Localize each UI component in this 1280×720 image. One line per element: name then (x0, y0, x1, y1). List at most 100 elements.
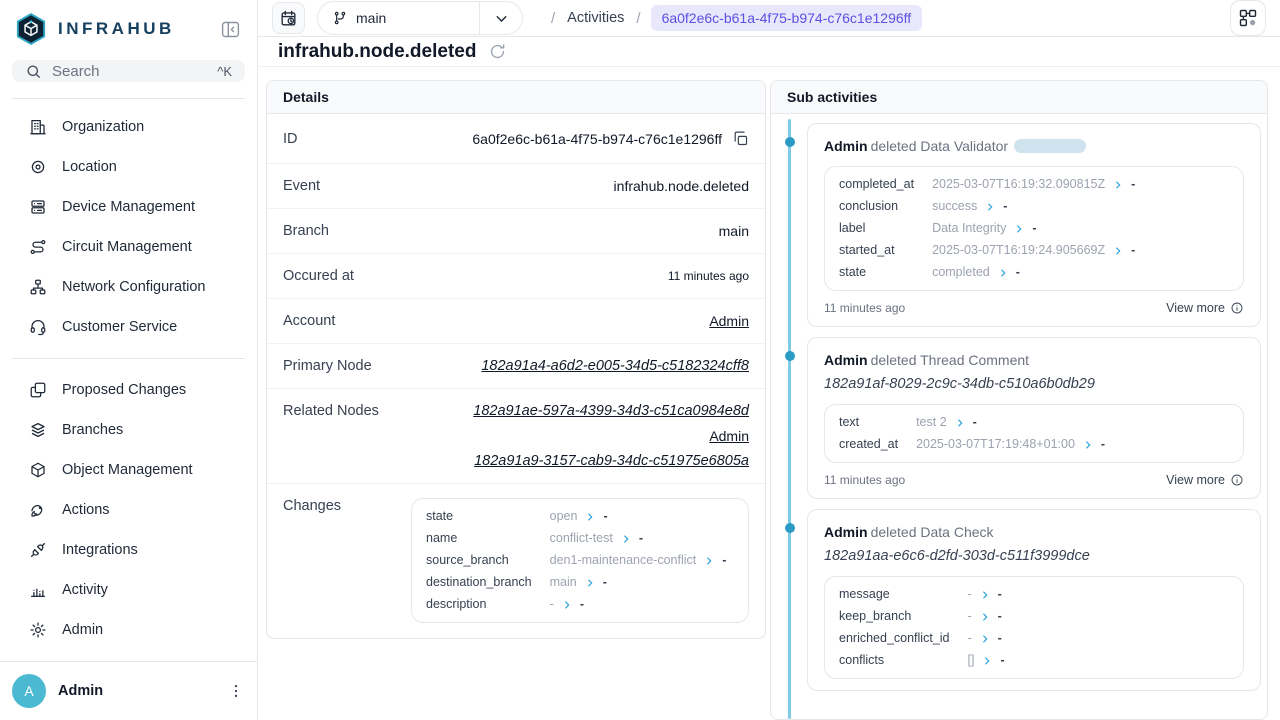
prop-name: completed_at (839, 177, 914, 192)
detail-label: Account (283, 313, 335, 329)
kebab-menu-icon[interactable] (227, 682, 245, 700)
sidebar-item-location[interactable]: Location (0, 147, 257, 187)
detail-label: Branch (283, 223, 329, 239)
prop-old-value: - (968, 587, 972, 602)
user-menu[interactable]: A Admin (0, 661, 257, 720)
entry-title: Admindeleted Thread Comment (824, 352, 1244, 368)
sidebar-item-integrations[interactable]: Integrations (0, 530, 257, 570)
chevron-down-icon[interactable] (480, 10, 522, 27)
sub-activities-body: Admindeleted Data Validator completed_at… (771, 114, 1267, 719)
entry-node-id: 182a91af-8029-2c9c-34db-c510a6b0db29 (824, 376, 1244, 392)
sidebar-item-circuit-management[interactable]: Circuit Management (0, 227, 257, 267)
view-more-button[interactable]: View more (1166, 473, 1244, 487)
info-icon (1230, 473, 1244, 487)
sidebar-item-admin[interactable]: Admin (0, 610, 257, 650)
detail-row-occured-at: Occured at 11 minutes ago (267, 254, 765, 299)
entry-actor: Admin (824, 138, 868, 154)
entry-node-id: 182a91aa-e6c6-d2fd-303d-c511f3999dce (824, 548, 1244, 564)
sidebar-item-device-management[interactable]: Device Management (0, 187, 257, 227)
sidebar-item-label: Activity (62, 582, 108, 598)
sidebar-item-proposed-changes[interactable]: Proposed Changes (0, 370, 257, 410)
prop-new-value: - (603, 509, 607, 524)
logo-row: INFRAHUB (0, 0, 257, 52)
diff-arrow-icon (955, 418, 965, 428)
related-node-link[interactable]: Admin (709, 428, 749, 444)
prop-name: state (839, 265, 914, 280)
search-placeholder: Search (52, 63, 100, 80)
topbar: main / Activities / 6a0f2e6c-b61a-4f75-b… (258, 0, 1280, 37)
detail-label: ID (283, 131, 298, 147)
breadcrumb-activity-id[interactable]: 6a0f2e6c-b61a-4f75-b974-c76c1e1296ff (651, 5, 923, 31)
diff-arrow-icon (1113, 180, 1123, 190)
view-more-label: View more (1166, 473, 1225, 487)
detail-row-related-nodes: Related Nodes 182a91ae-597a-4399-34d3-c5… (267, 389, 765, 484)
sidebar-item-activity[interactable]: Activity (0, 570, 257, 610)
page-header: infrahub.node.deleted (258, 37, 1280, 67)
view-more-button[interactable]: View more (1166, 301, 1244, 315)
sidebar-secondary-nav: Proposed Changes Branches Object Managem… (0, 359, 257, 661)
sidebar-item-label: Customer Service (62, 319, 177, 335)
sidebar-item-actions[interactable]: Actions (0, 490, 257, 530)
headset-icon (29, 318, 47, 336)
search-input[interactable]: Search ^K (12, 60, 245, 82)
prop-new-value: - (1003, 199, 1007, 214)
sidebar-item-organization[interactable]: Organization (0, 107, 257, 147)
prop-old-value: 2025-03-07T17:19:48+01:00 (916, 437, 1075, 452)
details-card: Details ID 6a0f2e6c-b61a-4f75-b974-c76c1… (266, 80, 766, 639)
skeleton-badge (1014, 139, 1086, 153)
time-travel-button[interactable] (272, 2, 305, 34)
search-icon (25, 63, 42, 80)
rocket-icon (29, 501, 47, 519)
sidebar-item-network-configuration[interactable]: Network Configuration (0, 267, 257, 307)
primary-node-link[interactable]: 182a91a4-a6d2-e005-34d5-c5182324cff8 (481, 358, 749, 374)
copy-icon[interactable] (732, 130, 749, 147)
prop-new-value: - (998, 587, 1002, 602)
prop-name: conflicts (839, 653, 950, 668)
avatar: A (12, 674, 46, 708)
prop-old-value: 2025-03-07T16:19:32.090815Z (932, 177, 1105, 192)
sidebar-item-label: Location (62, 159, 117, 175)
prop-name: text (839, 415, 898, 430)
sidebar-item-label: Admin (62, 622, 103, 638)
prop-name: conclusion (839, 199, 914, 214)
prop-old-value: - (968, 609, 972, 624)
schema-visualizer-button[interactable] (1230, 0, 1266, 36)
prop-old-value: [] (968, 653, 975, 668)
prop-name: enriched_conflict_id (839, 631, 950, 646)
sub-activity-entry: Admindeleted Thread Comment 182a91af-802… (807, 337, 1261, 499)
prop-old-value: success (932, 199, 977, 214)
detail-row-account: Account Admin (267, 299, 765, 344)
sub-activities-card: Sub activities Admindeleted Data Validat… (770, 80, 1268, 720)
diff-arrow-icon (980, 590, 990, 600)
sidebar-item-branches[interactable]: Branches (0, 410, 257, 450)
sidebar-item-customer-service[interactable]: Customer Service (0, 307, 257, 347)
sidebar: INFRAHUB Search ^K Organization Location (0, 0, 258, 720)
related-node-link[interactable]: 182a91a9-3157-cab9-34dc-c51975e6805a (474, 453, 749, 469)
sidebar-item-label: Integrations (62, 542, 138, 558)
entry-action: deleted Data Validator (871, 138, 1009, 154)
refresh-button[interactable] (488, 42, 507, 61)
timeline-line (788, 119, 791, 719)
branch-selector[interactable]: main (317, 1, 523, 35)
prop-name: label (839, 221, 914, 236)
account-link[interactable]: Admin (709, 313, 749, 329)
detail-value: main (719, 223, 749, 239)
detail-value: 11 minutes ago (668, 269, 749, 283)
prop-name: source_branch (426, 553, 532, 568)
building-icon (29, 118, 47, 136)
detail-label: Changes (283, 498, 341, 514)
breadcrumb-separator: / (551, 10, 555, 27)
prop-old-value: main (550, 575, 577, 590)
layers-icon (29, 421, 47, 439)
view-more-label: View more (1166, 301, 1225, 315)
entry-props-box: message -- keep_branch -- enriched_confl… (824, 576, 1244, 679)
related-node-link[interactable]: 182a91ae-597a-4399-34d3-c51ca0984e8d (473, 403, 749, 419)
sidebar-collapse-button[interactable] (220, 19, 241, 40)
prop-new-value: - (603, 575, 607, 590)
entry-action: deleted Thread Comment (871, 352, 1030, 368)
breadcrumb-activities-link[interactable]: Activities (567, 10, 624, 26)
entry-props-box: completed_at 2025-03-07T16:19:32.090815Z… (824, 166, 1244, 291)
sidebar-item-object-management[interactable]: Object Management (0, 450, 257, 490)
entry-title: Admindeleted Data Check (824, 524, 1244, 540)
detail-row-id: ID 6a0f2e6c-b61a-4f75-b974-c76c1e1296ff (267, 114, 765, 164)
